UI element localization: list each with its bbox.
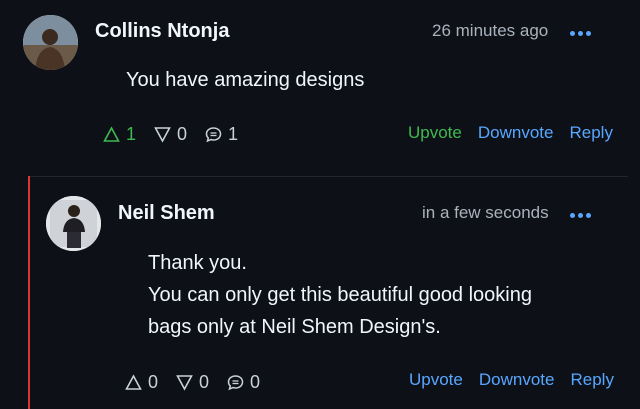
comment-line: Thank you. (148, 252, 247, 274)
speech-bubble-icon (227, 375, 244, 391)
downvote-count: 0 (154, 124, 187, 145)
triangle-down-icon (154, 127, 171, 143)
upvote-count-value: 0 (148, 372, 159, 392)
downvote-button[interactable]: Downvote (479, 370, 555, 390)
speech-bubble-icon (205, 127, 222, 143)
user-photo (23, 15, 78, 70)
reply-count-value: 1 (228, 124, 239, 144)
author-name[interactable]: Collins Ntonja (95, 20, 229, 43)
downvote-button[interactable]: Downvote (478, 123, 554, 143)
downvote-count: 0 (176, 372, 209, 393)
triangle-up-icon (125, 374, 142, 390)
divider (28, 176, 628, 177)
downvote-count-value: 0 (199, 372, 210, 392)
reply-button[interactable]: Reply (570, 370, 613, 390)
comment-line: bags only at Neil Shem Design's. (148, 316, 441, 338)
downvote-count-value: 0 (177, 124, 188, 144)
more-horizontal-icon[interactable] (570, 31, 591, 36)
comment-line: You can only get this beautiful good loo… (148, 284, 532, 306)
comment-stats: 1 0 1 (103, 124, 256, 145)
upvote-count-value: 1 (126, 124, 137, 144)
avatar[interactable] (23, 15, 78, 70)
reply-button[interactable]: Reply (569, 123, 612, 143)
timestamp: in a few seconds (422, 203, 549, 222)
comment-stats: 0 0 0 (125, 372, 278, 393)
more-horizontal-icon[interactable] (570, 213, 591, 218)
reply-thread-border (28, 176, 30, 409)
author-name[interactable]: Neil Shem (118, 202, 215, 225)
reply-count: 0 (227, 372, 260, 393)
reply-count-value: 0 (250, 372, 261, 392)
upvote-button[interactable]: Upvote (409, 370, 463, 390)
upvote-button[interactable]: Upvote (408, 123, 462, 143)
comment-body: Thank you. You can only get this beautif… (148, 247, 532, 343)
upvote-count: 0 (125, 372, 158, 393)
triangle-down-icon (176, 375, 193, 391)
user-photo (46, 196, 101, 251)
reply-count: 1 (205, 124, 238, 145)
upvote-count: 1 (103, 124, 136, 145)
comment-actions: Upvote Downvote Reply (392, 123, 613, 143)
comment-line: You have amazing designs (126, 69, 365, 91)
avatar[interactable] (46, 196, 101, 251)
timestamp: 26 minutes ago (432, 21, 549, 40)
triangle-up-icon (103, 126, 120, 142)
comment-actions: Upvote Downvote Reply (393, 370, 614, 390)
comment-body: You have amazing designs (126, 64, 364, 96)
